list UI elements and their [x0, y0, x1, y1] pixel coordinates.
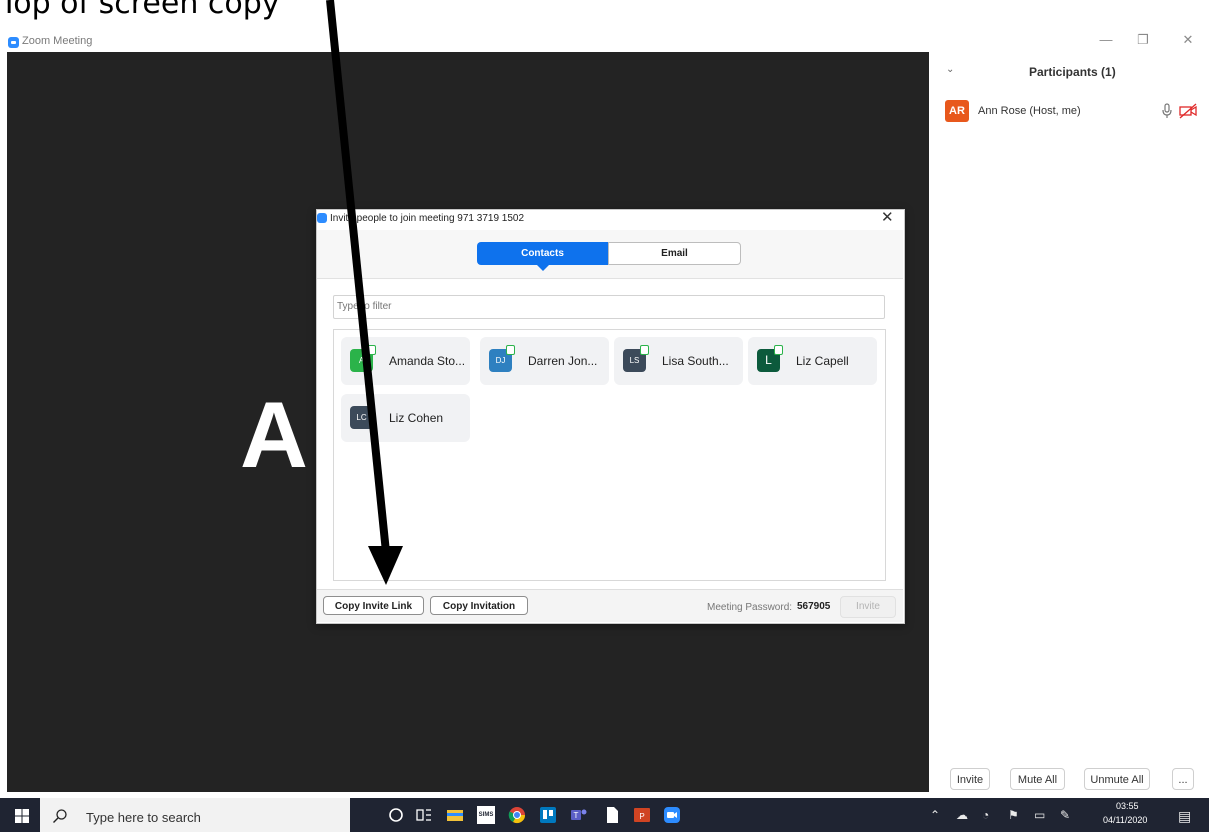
tab-email[interactable]: Email — [608, 242, 741, 265]
contact-card[interactable]: DJ Darren Jon... — [480, 337, 609, 385]
restore-button[interactable]: ❐ — [1133, 32, 1153, 48]
password-label: Meeting Password: — [707, 602, 793, 613]
contact-card[interactable]: LS Lisa South... — [614, 337, 743, 385]
chrome-icon[interactable] — [508, 806, 526, 824]
dialog-title: Invite people to join meeting 971 3719 1… — [330, 213, 525, 224]
copy-invitation-button[interactable]: Copy Invitation — [430, 596, 528, 615]
contact-filter-input[interactable] — [333, 295, 885, 319]
contact-card[interactable]: L Liz Capell — [748, 337, 877, 385]
contact-name: Liz Capell — [796, 354, 849, 368]
contact-card[interactable]: A Amanda Sto... — [341, 337, 470, 385]
invite-button[interactable]: Invite — [950, 768, 990, 790]
contact-name: Amanda Sto... — [389, 354, 466, 368]
minimize-button[interactable]: — — [1096, 32, 1116, 47]
svg-text:T: T — [574, 811, 579, 820]
wifi-icon[interactable]: ◔ — [982, 808, 989, 822]
chevron-down-icon[interactable]: ⌄ — [946, 64, 954, 75]
svg-text:P: P — [639, 812, 644, 821]
trello-icon[interactable] — [539, 806, 557, 824]
contact-card[interactable]: LC Liz Cohen — [341, 394, 470, 442]
task-view-icon[interactable] — [415, 806, 433, 824]
file-icon[interactable] — [603, 806, 621, 824]
video-avatar-letter: A — [240, 382, 308, 487]
dialog-invite-button[interactable]: Invite — [840, 596, 896, 618]
mute-all-button[interactable]: Mute All — [1010, 768, 1065, 790]
copy-invite-link-button[interactable]: Copy Invite Link — [323, 596, 424, 615]
video-off-icon[interactable] — [1178, 103, 1198, 119]
search-icon — [53, 809, 67, 823]
instruction-caption: Top of screen copy — [0, 0, 280, 21]
network-icon[interactable]: ⚑ — [1008, 808, 1019, 822]
more-options-button[interactable]: ... — [1172, 768, 1194, 790]
show-hidden-icons-icon[interactable]: ⌃ — [930, 808, 940, 822]
powerpoint-icon[interactable]: P — [633, 806, 651, 824]
pen-icon[interactable]: ✎ — [1060, 808, 1070, 822]
participants-panel — [930, 52, 1209, 792]
tab-contacts[interactable]: Contacts — [477, 242, 608, 271]
sims-icon[interactable]: SIMS — [477, 806, 495, 824]
unmute-all-button[interactable]: Unmute All — [1084, 768, 1150, 790]
participants-title: Participants (1) — [1029, 65, 1116, 79]
window-title: Zoom Meeting — [22, 35, 93, 47]
windows-start-icon[interactable] — [14, 808, 30, 824]
zoom-icon[interactable] — [663, 806, 681, 824]
participant-avatar: AR — [945, 100, 969, 122]
window-titlebar — [0, 33, 1209, 52]
dialog-close-icon[interactable]: ✕ — [881, 208, 894, 226]
notifications-icon[interactable]: ▤ — [1178, 808, 1191, 825]
password-value: 567905 — [797, 601, 831, 612]
search-placeholder: Type here to search — [86, 810, 201, 825]
zoom-app-icon — [8, 37, 19, 48]
microphone-icon[interactable] — [1160, 103, 1174, 119]
contact-status-icon — [640, 345, 649, 355]
contact-avatar: LC — [350, 406, 373, 429]
close-window-button[interactable]: ✕ — [1178, 32, 1198, 48]
contact-name: Liz Cohen — [389, 411, 444, 425]
battery-icon[interactable]: ▭ — [1034, 808, 1045, 822]
file-explorer-icon[interactable] — [446, 806, 464, 824]
clock-time[interactable]: 03:55 — [1116, 801, 1139, 811]
onedrive-icon[interactable]: ☁ — [956, 808, 968, 822]
cortana-icon[interactable] — [387, 806, 405, 824]
clock-date[interactable]: 04/11/2020 — [1103, 815, 1147, 825]
contact-status-icon — [774, 345, 783, 355]
teams-icon[interactable]: T — [570, 806, 588, 824]
participant-name: Ann Rose (Host, me) — [978, 105, 1081, 117]
contact-name: Darren Jon... — [528, 354, 598, 368]
zoom-dialog-icon — [317, 213, 327, 223]
contact-status-icon — [506, 345, 515, 355]
contact-name: Lisa South... — [662, 354, 729, 368]
contact-status-icon — [367, 345, 376, 355]
